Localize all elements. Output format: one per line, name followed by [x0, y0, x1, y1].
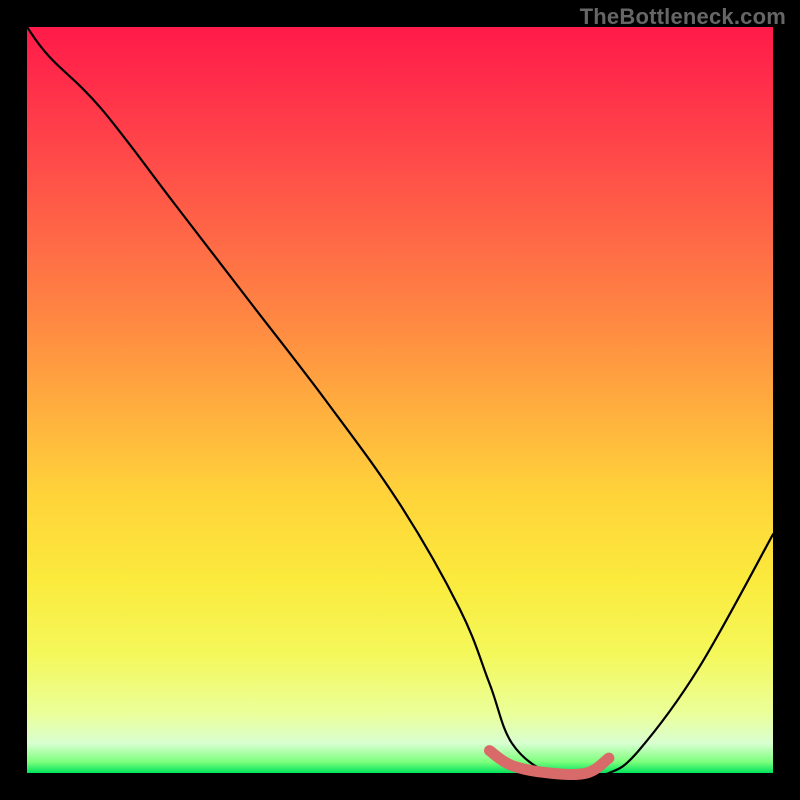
optimal-range-path: [490, 751, 609, 775]
chart-container: TheBottleneck.com: [0, 0, 800, 800]
watermark-text: TheBottleneck.com: [580, 4, 786, 30]
plot-area: [27, 27, 773, 773]
curve-svg: [27, 27, 773, 773]
bottleneck-curve-path: [27, 27, 773, 775]
